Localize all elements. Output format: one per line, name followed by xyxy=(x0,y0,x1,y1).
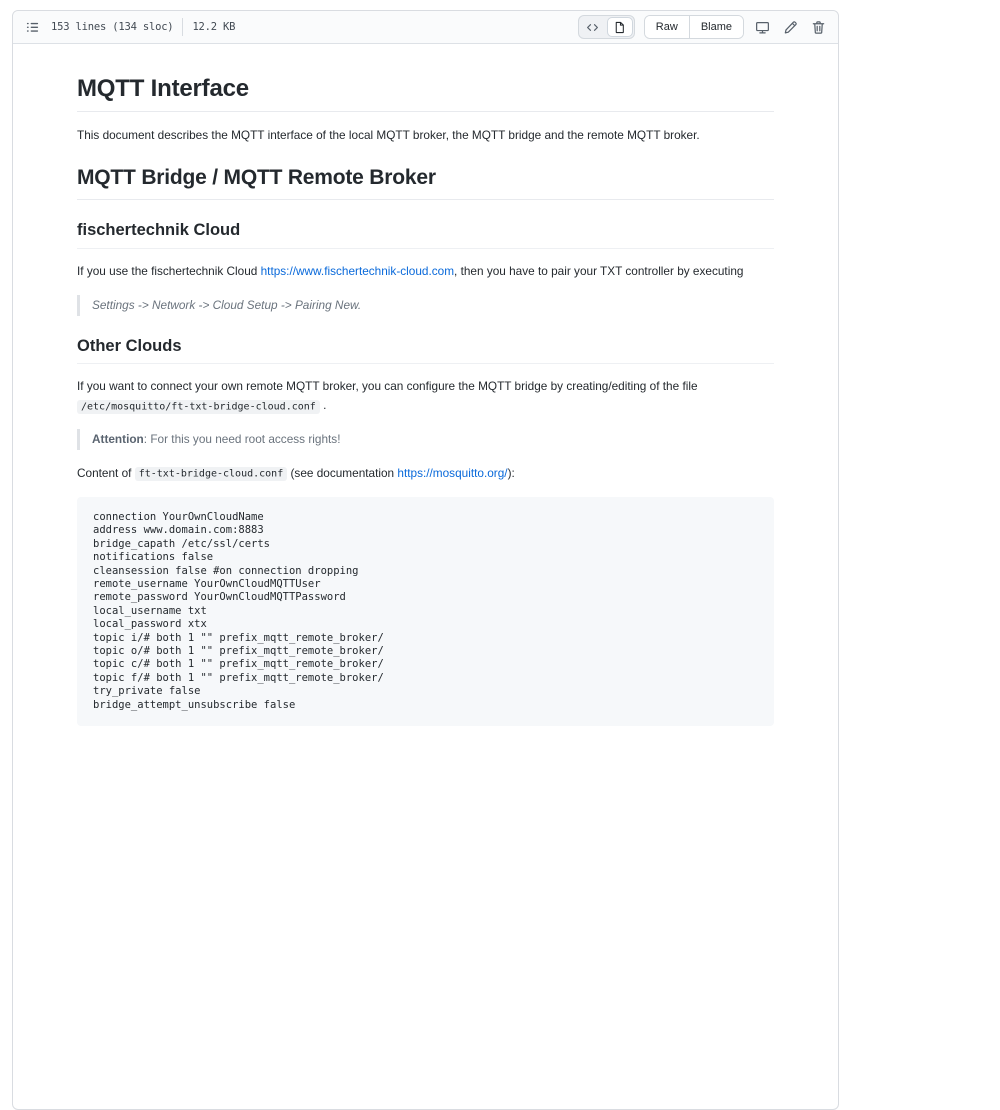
file-icon xyxy=(613,21,626,34)
edit-file-button[interactable] xyxy=(781,18,800,37)
ft-cloud-paragraph: If you use the fischertechnik Cloud http… xyxy=(77,262,774,281)
file-lines-info: 153 lines (134 sloc) xyxy=(51,21,173,33)
fischertechnik-cloud-link[interactable]: https://www.fischertechnik-cloud.com xyxy=(261,264,454,278)
intro-paragraph: This document describes the MQTT interfa… xyxy=(77,126,774,145)
trash-icon xyxy=(811,20,826,35)
config-path-code: /etc/mosquitto/ft-txt-bridge-cloud.conf xyxy=(77,400,320,414)
attention-text: : For this you need root access rights! xyxy=(144,432,341,446)
content-text-before: Content of xyxy=(77,466,135,480)
raw-button[interactable]: Raw xyxy=(645,16,689,38)
other-clouds-paragraph: If you want to connect your own remote M… xyxy=(77,377,774,415)
file-container: 153 lines (134 sloc) 12.2 KB xyxy=(12,10,839,1110)
header-divider xyxy=(182,18,183,36)
delete-file-button[interactable] xyxy=(809,18,828,37)
doc-title: MQTT Interface xyxy=(77,74,774,112)
markdown-body: MQTT Interface This document describes t… xyxy=(13,44,838,786)
source-view-button[interactable] xyxy=(580,17,606,37)
view-toggle xyxy=(578,15,635,39)
config-file-code: ft-txt-bridge-cloud.conf xyxy=(135,467,288,481)
device-desktop-icon xyxy=(755,20,770,35)
open-in-desktop-button[interactable] xyxy=(753,18,772,37)
content-of-paragraph: Content of ft-txt-bridge-cloud.conf (see… xyxy=(77,464,774,483)
file-header-right: Raw Blame xyxy=(578,15,828,39)
ft-cloud-text-after: , then you have to pair your TXT control… xyxy=(454,264,743,278)
page: 153 lines (134 sloc) 12.2 KB xyxy=(0,0,1000,673)
pencil-icon xyxy=(783,20,798,35)
rendered-view-button[interactable] xyxy=(607,17,633,37)
other-clouds-text-after: . xyxy=(320,398,327,412)
mosquitto-doc-link[interactable]: https://mosquitto.org/ xyxy=(397,466,507,480)
content-text-mid: (see documentation xyxy=(287,466,397,480)
code-icon xyxy=(586,21,599,34)
section-heading-other-clouds: Other Clouds xyxy=(77,336,774,365)
bridge-config-code-block: connection YourOwnCloudName address www.… xyxy=(77,497,774,726)
attention-quote: Attention: For this you need root access… xyxy=(77,429,774,450)
raw-blame-group: Raw Blame xyxy=(644,15,744,39)
blame-button[interactable]: Blame xyxy=(689,16,743,38)
list-unordered-icon xyxy=(25,20,40,35)
file-size: 12.2 KB xyxy=(192,21,235,33)
other-clouds-text-before: If you want to connect your own remote M… xyxy=(77,379,698,393)
file-header: 153 lines (134 sloc) 12.2 KB xyxy=(13,11,838,44)
attention-label: Attention xyxy=(92,432,144,446)
file-header-left: 153 lines (134 sloc) 12.2 KB xyxy=(23,18,235,37)
section-heading-ft-cloud: fischertechnik Cloud xyxy=(77,220,774,249)
section-heading-bridge: MQTT Bridge / MQTT Remote Broker xyxy=(77,165,774,200)
toc-button[interactable] xyxy=(23,18,42,37)
ft-cloud-text-before: If you use the fischertechnik Cloud xyxy=(77,264,261,278)
pairing-steps-quote: Settings -> Network -> Cloud Setup -> Pa… xyxy=(77,295,774,316)
content-text-after: ): xyxy=(508,466,515,480)
